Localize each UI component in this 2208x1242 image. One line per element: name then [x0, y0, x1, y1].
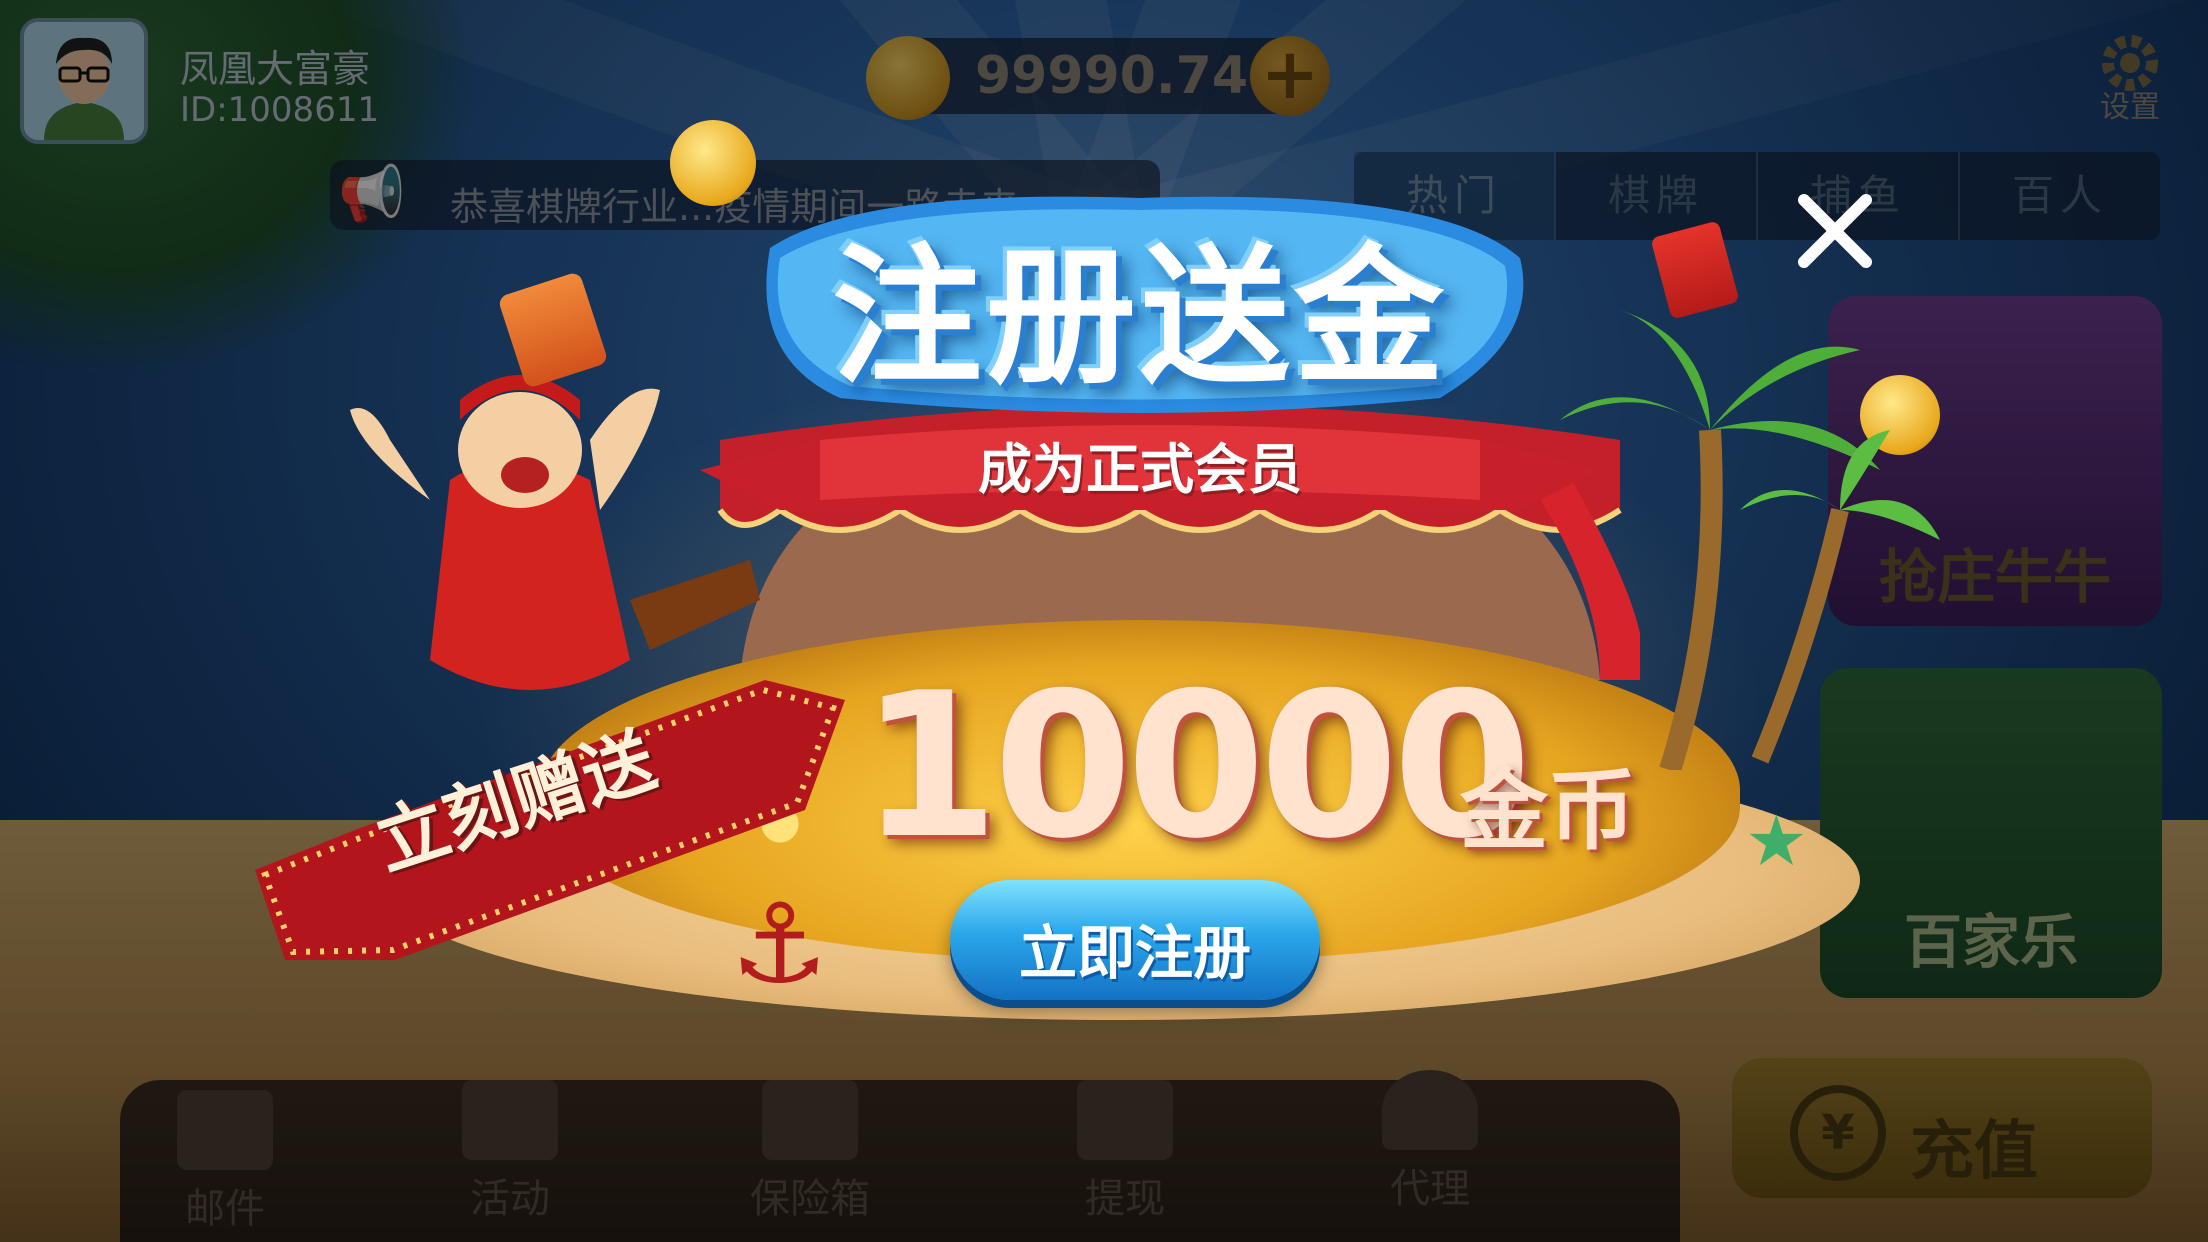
popup-title: 注册送金 [831, 231, 1448, 405]
god-of-wealth-character [350, 375, 760, 690]
palm-tree-icon [1560, 310, 1940, 770]
close-icon[interactable] [1790, 186, 1880, 276]
popup-subtitle: 成为正式会员 [978, 438, 1302, 501]
register-now-label: 立即注册 [1018, 919, 1251, 987]
reward-amount: 10000 [860, 650, 1532, 883]
starfish-icon: ★ [1745, 800, 1808, 882]
gold-coin-icon [670, 120, 756, 206]
anchor-icon: ⚓ [730, 880, 829, 1008]
